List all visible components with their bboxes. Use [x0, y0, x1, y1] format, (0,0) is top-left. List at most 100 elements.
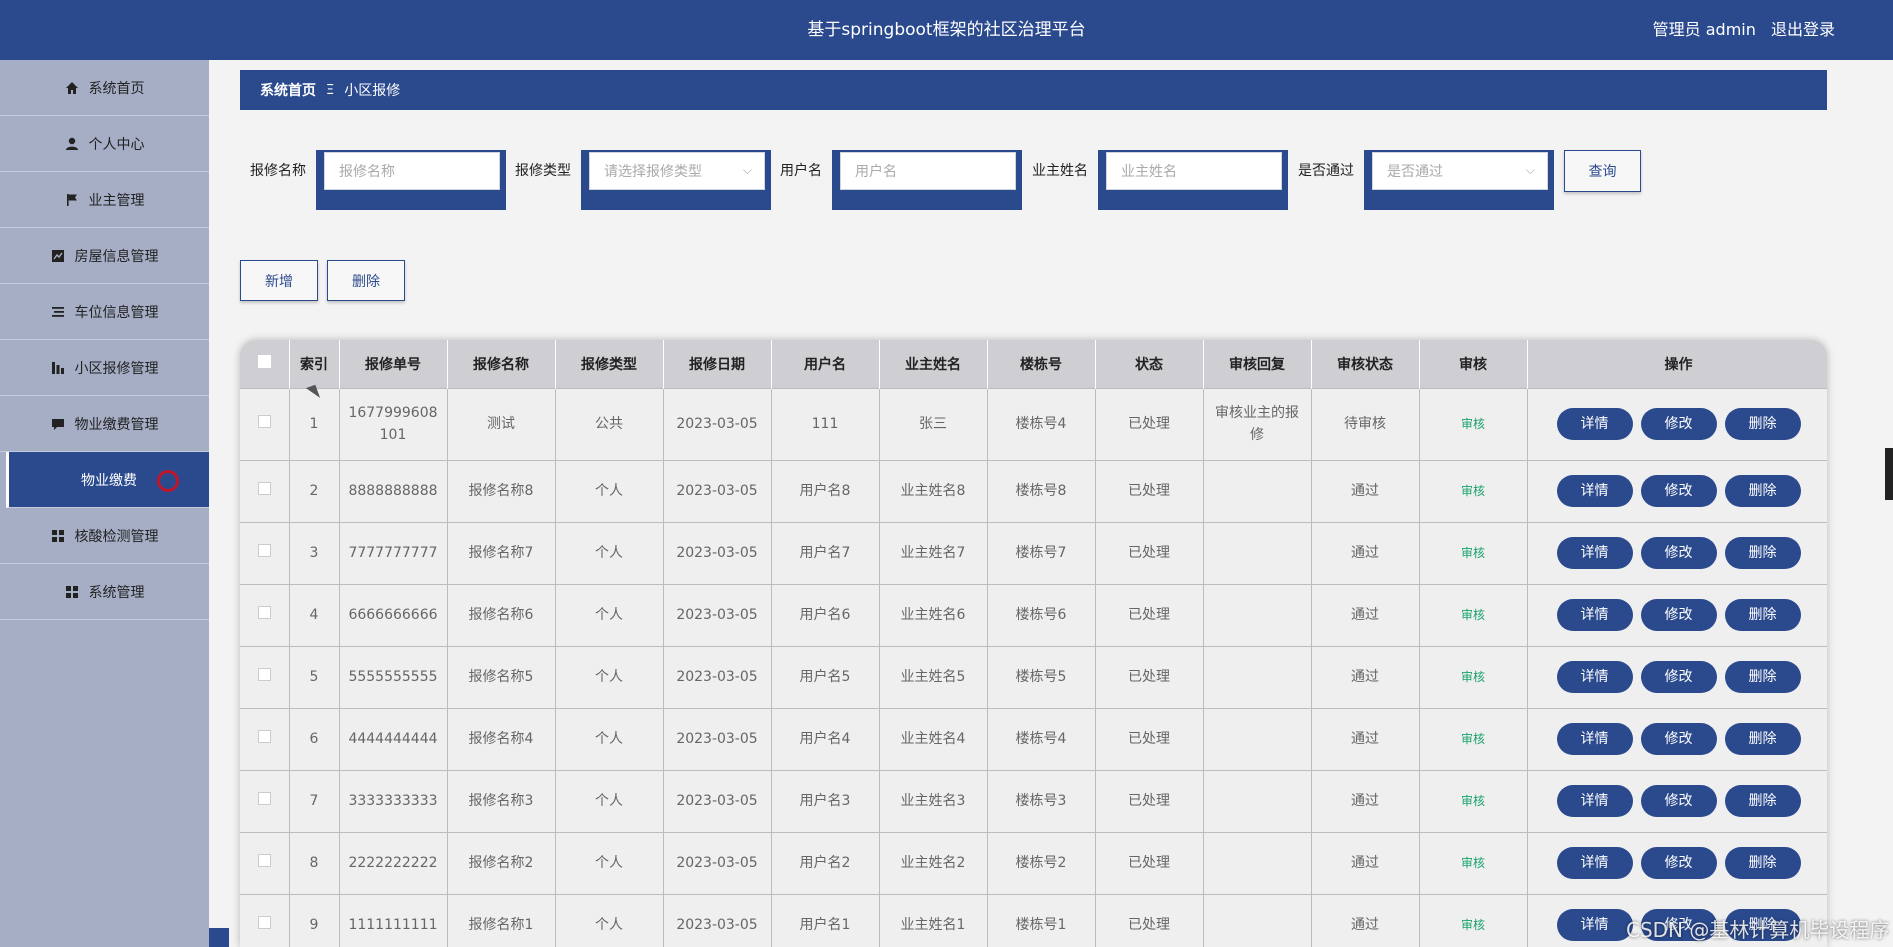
cell-audit-status: 通过: [1311, 460, 1420, 522]
detail-button[interactable]: 详情: [1556, 723, 1633, 755]
breadcrumb-separator: Ξ: [326, 82, 335, 98]
row-checkbox[interactable]: [257, 668, 271, 681]
logout-link[interactable]: 退出登录: [1771, 20, 1835, 39]
cell-name: 报修名称2: [447, 832, 556, 894]
audit-link[interactable]: 审核: [1461, 670, 1485, 684]
repair-type-select[interactable]: 请选择报修类型 ⌵: [581, 150, 771, 210]
cell-building: 楼栋号4: [987, 708, 1096, 770]
delete-button[interactable]: 删除: [1724, 661, 1801, 693]
cell-idx: 5: [289, 646, 340, 708]
cell-audit-status: 通过: [1311, 770, 1420, 832]
audit-link[interactable]: 审核: [1461, 918, 1485, 932]
sidebar-edge-decoration: [209, 928, 229, 947]
approved-select[interactable]: 是否通过 ⌵: [1364, 150, 1554, 210]
edit-button[interactable]: 修改: [1640, 599, 1717, 631]
sidebar-item-home[interactable]: 系统首页: [0, 60, 209, 116]
owner-name-field[interactable]: 业主姓名: [1098, 150, 1288, 210]
delete-button[interactable]: 删除: [1724, 475, 1801, 507]
detail-button[interactable]: 详情: [1556, 785, 1633, 817]
audit-link[interactable]: 审核: [1461, 417, 1485, 431]
cell-user: 111: [771, 388, 880, 460]
detail-button[interactable]: 详情: [1556, 537, 1633, 569]
audit-link[interactable]: 审核: [1461, 484, 1485, 498]
sidebar-item-fees[interactable]: 物业缴费管理: [0, 396, 209, 452]
page-scrollbar-thumb[interactable]: [1885, 448, 1893, 500]
highlight-ring-icon: [157, 470, 179, 492]
audit-link[interactable]: 审核: [1461, 546, 1485, 560]
column-header: 报修类型: [555, 340, 664, 388]
cell-idx: 9: [289, 894, 340, 947]
detail-button[interactable]: 详情: [1556, 475, 1633, 507]
cell-building: 楼栋号6: [987, 584, 1096, 646]
edit-button[interactable]: 修改: [1640, 723, 1717, 755]
cell-audit-status: 通过: [1311, 832, 1420, 894]
delete-button[interactable]: 删除: [1724, 847, 1801, 879]
delete-button[interactable]: 删除: [1724, 785, 1801, 817]
breadcrumb-home[interactable]: 系统首页: [260, 80, 316, 100]
row-checkbox[interactable]: [257, 792, 271, 805]
list-icon: [51, 305, 65, 319]
edit-button[interactable]: 修改: [1640, 408, 1717, 440]
row-checkbox[interactable]: [257, 916, 271, 930]
audit-cell: 审核: [1419, 894, 1528, 947]
delete-button[interactable]: 删除: [1724, 599, 1801, 631]
audit-link[interactable]: 审核: [1461, 794, 1485, 808]
row-checkbox[interactable]: [257, 854, 271, 867]
breadcrumb: 系统首页 Ξ 小区报修: [240, 70, 1827, 110]
cell-name: 报修名称6: [447, 584, 556, 646]
sidebar-item-owners[interactable]: 业主管理: [0, 172, 209, 228]
operation-cell: 详情 修改 删除: [1527, 646, 1827, 708]
row-select-cell: [240, 460, 290, 522]
edit-button[interactable]: 修改: [1640, 785, 1717, 817]
delete-button[interactable]: 删除: [1724, 537, 1801, 569]
cell-owner: 业主姓名7: [879, 522, 988, 584]
sidebar-item-system[interactable]: 系统管理: [0, 564, 209, 620]
cell-owner: 业主姓名4: [879, 708, 988, 770]
username-field[interactable]: 用户名: [832, 150, 1022, 210]
username-placeholder: 用户名: [855, 164, 897, 180]
audit-link[interactable]: 审核: [1461, 608, 1485, 622]
chevron-down-icon: ⌵: [742, 163, 752, 177]
detail-button[interactable]: 详情: [1556, 847, 1633, 879]
cell-status: 已处理: [1095, 460, 1204, 522]
edit-button[interactable]: 修改: [1640, 475, 1717, 507]
edit-button[interactable]: 修改: [1640, 847, 1717, 879]
cell-status: 已处理: [1095, 832, 1204, 894]
row-checkbox[interactable]: [257, 544, 271, 557]
add-button[interactable]: 新增: [240, 260, 318, 301]
query-button[interactable]: 查询: [1564, 150, 1641, 192]
audit-cell: 审核: [1419, 460, 1528, 522]
breadcrumb-current: 小区报修: [344, 83, 401, 99]
batch-delete-button[interactable]: 删除: [327, 260, 405, 301]
approved-label: 是否通过: [1298, 163, 1354, 179]
sidebar-item-parking[interactable]: 车位信息管理: [0, 284, 209, 340]
cell-status: 已处理: [1095, 770, 1204, 832]
delete-button[interactable]: 删除: [1724, 723, 1801, 755]
row-checkbox[interactable]: [257, 606, 271, 619]
column-header: 审核回复: [1203, 340, 1312, 388]
operation-cell: 详情 修改 删除: [1527, 708, 1827, 770]
detail-button[interactable]: 详情: [1556, 661, 1633, 693]
repair-name-field[interactable]: 报修名称: [316, 150, 506, 210]
sidebar-item-housing[interactable]: 房屋信息管理: [0, 228, 209, 284]
audit-link[interactable]: 审核: [1461, 732, 1485, 746]
edit-button[interactable]: 修改: [1640, 661, 1717, 693]
sidebar-item-repair[interactable]: 小区报修管理: [0, 340, 209, 396]
audit-link[interactable]: 审核: [1461, 856, 1485, 870]
sidebar-item-nucleic-test[interactable]: 核酸检测管理: [0, 508, 209, 564]
row-checkbox[interactable]: [257, 482, 271, 495]
table-row: 5 5555555555 报修名称5 个人 2023-03-05 用户名5 业主姓名5 楼栋号…: [240, 646, 1827, 708]
edit-button[interactable]: 修改: [1640, 537, 1717, 569]
select-all-checkbox[interactable]: [257, 355, 271, 369]
cell-date: 2023-03-05: [663, 584, 772, 646]
sidebar-item-profile[interactable]: 个人中心: [0, 116, 209, 172]
chart-icon: [51, 249, 65, 263]
sidebar-subitem-fee-payment[interactable]: 物业缴费: [6, 452, 209, 508]
delete-button[interactable]: 删除: [1724, 408, 1801, 440]
detail-button[interactable]: 详情: [1556, 408, 1633, 440]
row-checkbox[interactable]: [257, 415, 271, 428]
detail-button[interactable]: 详情: [1556, 909, 1633, 942]
row-checkbox[interactable]: [257, 730, 271, 743]
detail-button[interactable]: 详情: [1556, 599, 1633, 631]
table-row: 6 4444444444 报修名称4 个人 2023-03-05 用户名4 业主姓名4 楼栋号…: [240, 708, 1827, 770]
